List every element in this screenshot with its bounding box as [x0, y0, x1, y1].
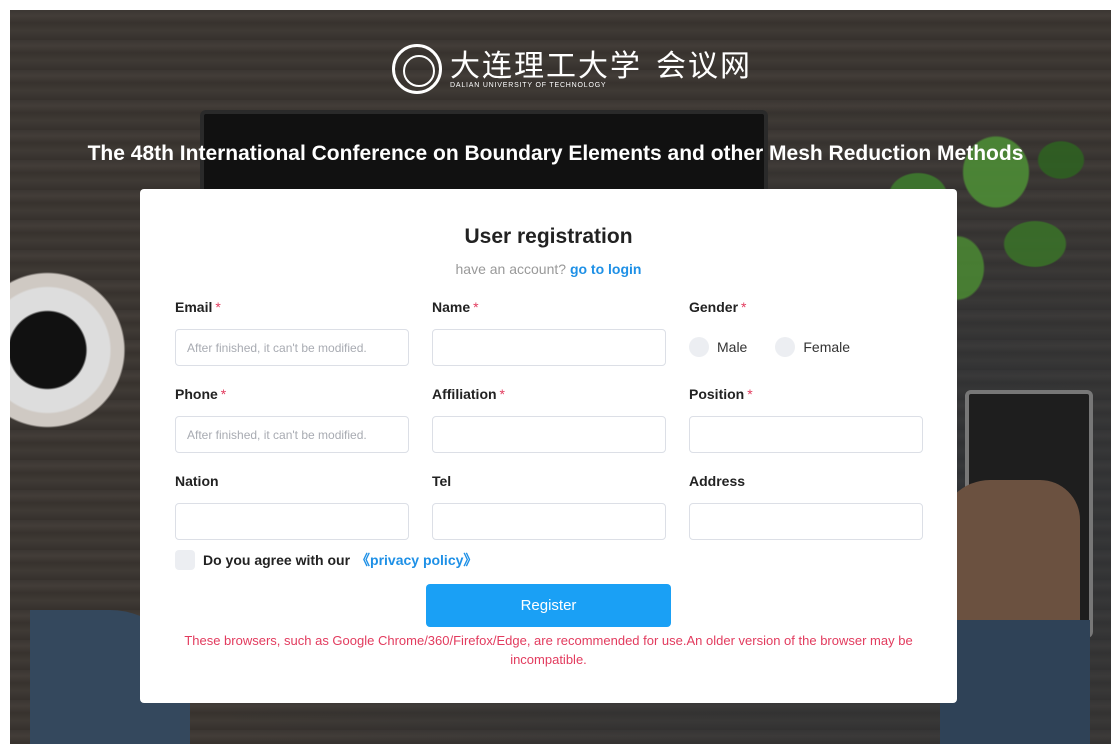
position-field[interactable]: [689, 416, 923, 453]
gender-group: Gender * Male Female: [689, 299, 923, 357]
affiliation-field[interactable]: [432, 416, 666, 453]
gender-label: Gender *: [689, 299, 747, 315]
name-group: Name *: [432, 299, 666, 366]
logo-site-name: 会议网: [656, 48, 752, 84]
conference-title: The 48th International Conference on Bou…: [87, 142, 1024, 165]
university-logo: 大连理工大学 会议网 DALIAN UNIVERSITY OF TECHNOLOG…: [392, 44, 752, 94]
male-radio[interactable]: [689, 337, 709, 357]
position-group: Position *: [689, 386, 923, 453]
gender-female-option[interactable]: Female: [775, 337, 850, 357]
logo-university-name: 大连理工大学: [450, 48, 642, 84]
phone-label: Phone *: [175, 386, 227, 402]
affiliation-label: Affiliation *: [432, 386, 505, 402]
affiliation-group: Affiliation *: [432, 386, 666, 453]
name-field[interactable]: [432, 329, 666, 366]
address-label: Address: [689, 473, 746, 489]
university-seal-icon: [392, 44, 442, 94]
required-mark: *: [215, 299, 221, 315]
registration-card: User registration have an account? go to…: [140, 189, 957, 703]
login-prompt-text: have an account?: [455, 261, 567, 277]
address-field[interactable]: [689, 503, 923, 540]
privacy-agreement: Do you agree with our 《privacy policy》: [175, 550, 477, 570]
required-mark: *: [499, 386, 505, 402]
address-group: Address: [689, 473, 923, 540]
go-to-login-link[interactable]: go to login: [570, 261, 642, 277]
tel-group: Tel: [432, 473, 666, 540]
agree-checkbox[interactable]: [175, 550, 195, 570]
male-label: Male: [717, 339, 748, 355]
nation-label: Nation: [175, 473, 219, 489]
sleeve-decoration: [940, 620, 1090, 744]
privacy-policy-link[interactable]: 《privacy policy》: [356, 550, 477, 570]
phone-group: Phone *: [175, 386, 409, 453]
tel-field[interactable]: [432, 503, 666, 540]
gender-radio-group: Male Female: [689, 337, 923, 357]
name-label: Name *: [432, 299, 479, 315]
required-mark: *: [747, 386, 753, 402]
position-label: Position *: [689, 386, 753, 402]
email-field[interactable]: [175, 329, 409, 366]
email-group: Email *: [175, 299, 409, 366]
login-prompt-line: have an account? go to login: [140, 261, 957, 277]
coffee-cup-decoration: [10, 260, 130, 460]
agree-text: Do you agree with our: [203, 552, 351, 568]
browser-notice: These browsers, such as Google Chrome/36…: [184, 633, 913, 667]
gender-male-option[interactable]: Male: [689, 337, 747, 357]
required-mark: *: [741, 299, 747, 315]
form-title: User registration: [464, 225, 633, 248]
nation-group: Nation: [175, 473, 409, 540]
register-button[interactable]: Register: [426, 584, 671, 627]
female-radio[interactable]: [775, 337, 796, 357]
tel-label: Tel: [432, 473, 452, 489]
nation-field[interactable]: [175, 503, 409, 540]
logo-english-name: DALIAN UNIVERSITY OF TECHNOLOGY: [450, 81, 607, 89]
email-label: Email *: [175, 299, 221, 315]
phone-field[interactable]: [175, 416, 409, 453]
required-mark: *: [220, 386, 227, 402]
required-mark: *: [473, 299, 479, 315]
female-label: Female: [803, 339, 851, 355]
